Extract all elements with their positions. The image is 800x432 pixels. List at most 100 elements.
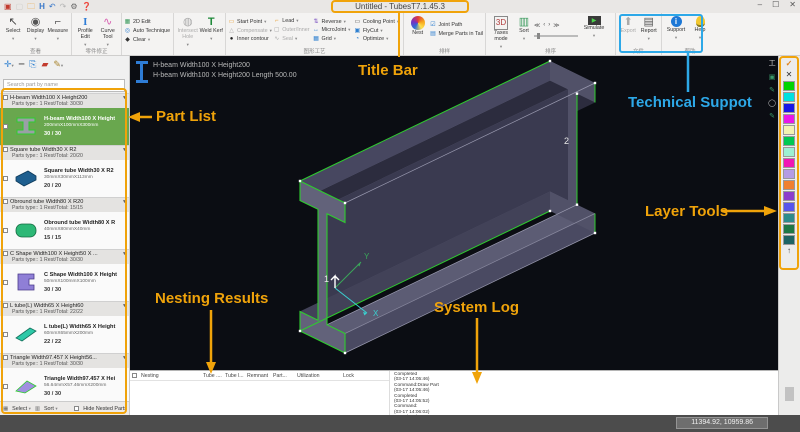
inner-contour-button[interactable]: ● Inner contour [228, 36, 273, 42]
select-button[interactable]: ↖ Select▾ [2, 15, 24, 42]
group-checkbox[interactable] [3, 199, 8, 204]
layer-color[interactable] [783, 81, 795, 91]
item-checkbox[interactable] [3, 332, 8, 337]
display-button[interactable]: ◉ Display▾ [24, 15, 46, 42]
step-forward-icon[interactable]: › [548, 22, 550, 29]
microjoint-button[interactable]: ↔ MicroJoint▾ [313, 27, 354, 33]
item-checkbox[interactable] [3, 384, 8, 389]
lead-button[interactable]: ⌐ Lead▾ [273, 18, 312, 24]
import-part-icon[interactable]: ⎘ [29, 59, 36, 70]
item-checkbox[interactable] [3, 228, 8, 233]
playback-controls[interactable]: ≪ ‹ › ≫ [534, 18, 582, 29]
optimize-button[interactable]: ◔ Optimize▾ [354, 36, 401, 42]
layer-color[interactable] [783, 103, 795, 113]
chevron-down-icon[interactable]: ▼ [122, 95, 127, 101]
chevron-down-icon[interactable]: ▼ [122, 199, 127, 205]
item-checkbox[interactable] [3, 280, 8, 285]
group-checkbox[interactable] [3, 303, 8, 308]
layer-cross-icon[interactable]: ✕ [783, 70, 795, 80]
save-icon[interactable]: H [39, 3, 45, 11]
table-checkbox[interactable] [132, 373, 137, 378]
layer-color[interactable] [783, 158, 795, 168]
layer-color[interactable] [783, 224, 795, 234]
eraser-icon[interactable]: ▰ [41, 59, 48, 70]
maximize-button[interactable]: ☐ [772, 0, 779, 9]
layer-color[interactable] [783, 136, 795, 146]
2d-edit-button[interactable]: ▦ 2D Edit [124, 18, 170, 25]
group-checkbox[interactable] [3, 147, 8, 152]
cooling-point-button[interactable]: ▭ Cooling Point▾ [354, 18, 401, 25]
part-item-selected[interactable]: H-beam Width100 X Height 200mmX100mmX300… [0, 108, 129, 145]
part-item[interactable]: Triangle Width97.457 X Hei 56.64mmX57.46… [0, 368, 129, 405]
help-button[interactable]: Help▾ [688, 15, 712, 41]
part-group-header[interactable]: Triangle Width97.457 X Height56... ▼ Par… [0, 353, 129, 368]
chevron-down-icon[interactable]: ▼ [122, 303, 127, 309]
profile-edit-button[interactable]: I Profile Edit▾ [74, 15, 97, 48]
undo-icon[interactable]: ↶ [49, 3, 56, 11]
layer-color[interactable] [783, 114, 795, 124]
step-last-icon[interactable]: ≫ [553, 22, 559, 29]
nesting-results-table[interactable]: Nesting Tube .... Tube l... Remnant Part… [130, 371, 390, 416]
layer-color[interactable] [783, 202, 795, 212]
open-folder-icon[interactable]: 🗀 [27, 3, 35, 11]
minimize-button[interactable]: – [758, 0, 762, 9]
layer-color[interactable] [783, 213, 795, 223]
select-menu-button[interactable]: Select ▾ [12, 406, 31, 412]
curve-tool-button[interactable]: ∿ Curve Tool▾ [97, 15, 120, 48]
brush-tool-icon[interactable]: ✎ [768, 112, 776, 120]
layer-up-arrow-icon[interactable]: ↑ [783, 246, 795, 256]
layer-color[interactable] [783, 92, 795, 102]
chevron-down-icon[interactable]: ▼ [122, 147, 127, 153]
edit-note-icon[interactable]: ✎▾ [53, 59, 63, 70]
measure-button[interactable]: ⌐ Measure▾ [47, 15, 69, 42]
redo-icon[interactable]: ↷ [60, 3, 67, 11]
support-button[interactable]: i Support▾ [664, 15, 688, 41]
part-group-header[interactable]: Obround tube Width80 X R20 ▼ Parts type:… [0, 197, 129, 212]
intersect-hole-button[interactable]: ◍ Intersect Hole▾ [176, 15, 200, 48]
layer-color[interactable] [783, 147, 795, 157]
seal-button[interactable]: ∿ Seal▾ [273, 35, 312, 42]
layer-color[interactable] [783, 169, 795, 179]
about-icon[interactable]: ❓ [81, 3, 91, 11]
chevron-down-icon[interactable]: ▼ [122, 251, 127, 257]
circle-tool-icon[interactable]: ◯ [768, 99, 776, 107]
layer-color[interactable] [783, 125, 795, 135]
compensate-button[interactable]: △ Compensate▾ [228, 27, 273, 34]
part-item[interactable]: C Shape Width100 X Height 50mmX100mmX100… [0, 264, 129, 301]
remove-part-icon[interactable]: ━ [19, 59, 24, 70]
image-tool-icon[interactable]: ▣ [768, 73, 776, 81]
layer-check-icon[interactable]: ✓ [783, 59, 795, 69]
search-input[interactable] [3, 79, 125, 92]
group-checkbox[interactable] [3, 251, 8, 256]
step-first-icon[interactable]: ≪ [534, 22, 540, 29]
export-button[interactable]: ⬆ Export [618, 15, 639, 35]
item-checkbox[interactable] [3, 176, 8, 181]
pen-tool-icon[interactable]: ✎ [768, 86, 776, 94]
report-button[interactable]: ▤ Report▾ [639, 15, 660, 42]
part-item[interactable]: Obround tube Width80 X R 40mmX80mmX40mm … [0, 212, 129, 249]
auto-technique-button[interactable]: ◎ Auto Technique [124, 27, 170, 34]
new-file-icon[interactable]: ▢ [16, 3, 24, 11]
part-item[interactable]: Square tube Width30 X R2 30mmX30mmX113mm… [0, 160, 129, 197]
clear-button[interactable]: ◆ Clear▾ [124, 36, 170, 43]
right-scrollbar-thumb[interactable] [785, 387, 794, 401]
sort-menu-button[interactable]: Sort ▾ [44, 406, 58, 412]
nest-button[interactable]: Nest [406, 15, 429, 37]
start-point-button[interactable]: ▭ Start Point▾ [228, 18, 273, 25]
chevron-down-icon[interactable]: ▼ [122, 355, 127, 361]
weld-kerf-button[interactable]: T Weld Kerf▾ [200, 15, 224, 42]
simulation-slider[interactable] [534, 35, 578, 37]
system-log-panel[interactable]: Completed (03-17 14:05:46) Command:Draw … [392, 372, 742, 415]
simulate-button[interactable]: ▶ Simulate▾ [582, 15, 606, 39]
group-checkbox[interactable] [3, 355, 8, 360]
part-group-header[interactable]: C Shape Width100 X Height50 X ... ▼ Part… [0, 249, 129, 264]
part-group-header[interactable]: Square tube Width30 X R2 ▼ Parts type:: … [0, 145, 129, 160]
reverse-button[interactable]: ⇅ Reverse▾ [313, 18, 354, 25]
part-group-header[interactable]: L tube(L) Width65 X Height60 ▼ Parts typ… [0, 301, 129, 316]
outer-inner-button[interactable]: ▢ Outer/Inner [273, 26, 312, 33]
grid-button[interactable]: ▦ Grid▾ [313, 35, 354, 42]
sort-button[interactable]: ▥ Sort▾ [514, 15, 534, 42]
group-checkbox[interactable] [3, 95, 8, 100]
step-back-icon[interactable]: ‹ [543, 22, 545, 29]
7axes-mode-button[interactable]: 3D 7axes mode▾ [488, 15, 514, 50]
